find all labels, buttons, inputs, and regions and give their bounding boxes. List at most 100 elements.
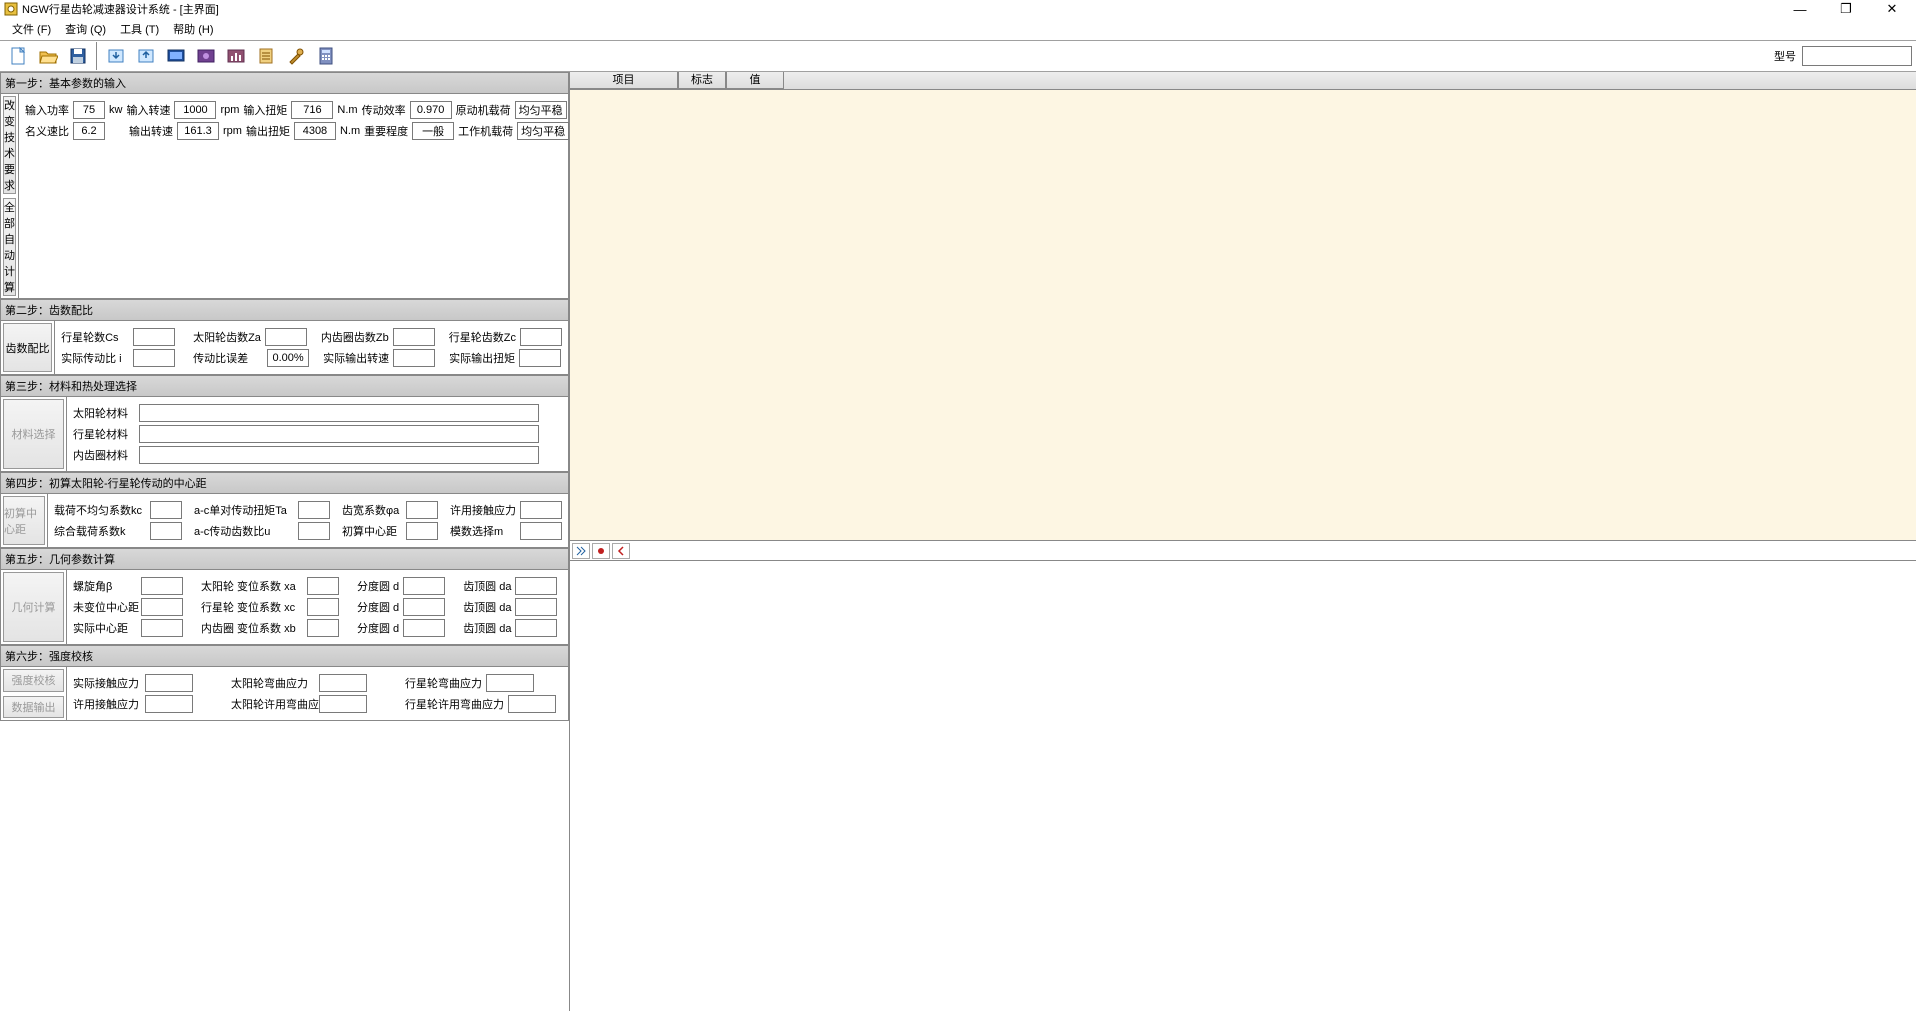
tooth-ratio-button[interactable]: 齿数配比 — [3, 323, 52, 372]
tip-d-field-3[interactable] — [515, 619, 557, 637]
pitch-d-field-2[interactable] — [403, 598, 445, 616]
actual-contact-field[interactable] — [145, 674, 193, 692]
allow-contact-field[interactable] — [520, 501, 562, 519]
initial-center-button[interactable]: 初算中心距 — [3, 496, 45, 545]
sun-allow-bending-field[interactable] — [319, 695, 367, 713]
helix-field[interactable] — [141, 577, 183, 595]
output-speed-field[interactable] — [177, 122, 219, 140]
tip-d-label-2: 齿顶圆 da — [463, 599, 511, 615]
import-icon[interactable] — [102, 42, 130, 70]
work-load-select[interactable] — [517, 122, 569, 140]
input-power-field[interactable] — [73, 101, 105, 119]
nominal-ratio-field[interactable] — [73, 122, 105, 140]
importance-select[interactable] — [412, 122, 454, 140]
actual-center-field[interactable] — [141, 619, 183, 637]
sun-bending-field[interactable] — [319, 674, 367, 692]
sun-teeth-field[interactable] — [265, 328, 307, 346]
prime-load-select[interactable] — [515, 101, 567, 119]
menu-query[interactable]: 查询 (Q) — [59, 20, 112, 38]
screen-icon[interactable] — [162, 42, 190, 70]
input-power-label: 输入功率 — [25, 102, 69, 118]
menu-tools[interactable]: 工具 (T) — [114, 20, 165, 38]
pitch-d-field-3[interactable] — [403, 619, 445, 637]
planet-teeth-field[interactable] — [520, 328, 562, 346]
actual-output-torque-label: 实际输出扭矩 — [449, 350, 515, 366]
module-select-field[interactable] — [520, 522, 562, 540]
tip-d-label-1: 齿顶圆 da — [463, 578, 511, 594]
back-icon[interactable] — [612, 543, 630, 559]
step6-body: 强度校核 数据输出 实际接触应力 太阳轮弯曲应力 行星轮弯曲应力 许用接触应力 — [0, 667, 569, 721]
planet-shift-field[interactable] — [307, 598, 339, 616]
planet-bending-field[interactable] — [486, 674, 534, 692]
initial-center-field[interactable] — [406, 522, 438, 540]
importance-label: 重要程度 — [364, 123, 408, 139]
model-input[interactable] — [1802, 46, 1912, 66]
unshifted-center-field[interactable] — [141, 598, 183, 616]
data-output-button[interactable]: 数据输出 — [3, 696, 64, 719]
minimize-button[interactable]: — — [1786, 1, 1814, 17]
stop-icon[interactable] — [592, 543, 610, 559]
run-icon[interactable] — [572, 543, 590, 559]
work-load-label: 工作机载荷 — [458, 123, 513, 139]
planet-count-field[interactable] — [133, 328, 175, 346]
ratio-error-label: 传动比误差 — [193, 350, 263, 366]
maximize-button[interactable]: ❐ — [1832, 1, 1860, 17]
planet-allow-bending-label: 行星轮许用弯曲应力 — [405, 696, 504, 712]
ac-ratio-field[interactable] — [298, 522, 330, 540]
module-select-label: 模数选择m — [450, 523, 516, 539]
sun-shift-field[interactable] — [307, 577, 339, 595]
input-speed-field[interactable] — [174, 101, 216, 119]
allow-contact-label: 许用接触应力 — [450, 502, 516, 518]
tip-d-field-1[interactable] — [515, 577, 557, 595]
chart-icon[interactable] — [222, 42, 250, 70]
combined-load-field[interactable] — [150, 522, 182, 540]
face-width-field[interactable] — [406, 501, 438, 519]
ratio-error-field[interactable] — [267, 349, 309, 367]
actual-output-torque-field[interactable] — [519, 349, 561, 367]
load-uneven-field[interactable] — [150, 501, 182, 519]
menu-file[interactable]: 文件 (F) — [6, 20, 57, 38]
export-icon[interactable] — [132, 42, 160, 70]
strength-check-button[interactable]: 强度校核 — [3, 669, 64, 692]
tools-icon[interactable] — [282, 42, 310, 70]
output-torque-field[interactable] — [294, 122, 336, 140]
change-requirements-button[interactable]: 改变技术要求 — [3, 96, 16, 194]
planet-allow-bending-field[interactable] — [508, 695, 556, 713]
sun-bending-label: 太阳轮弯曲应力 — [231, 675, 315, 691]
report-icon[interactable] — [252, 42, 280, 70]
new-file-icon[interactable] — [4, 42, 32, 70]
menu-bar: 文件 (F) 查询 (Q) 工具 (T) 帮助 (H) — [0, 18, 1916, 40]
calculator-icon[interactable] — [312, 42, 340, 70]
ring-shift-field[interactable] — [307, 619, 339, 637]
open-file-icon[interactable] — [34, 42, 62, 70]
grid-col-item[interactable]: 项目 — [570, 72, 678, 89]
ac-ratio-label: a-c传动齿数比u — [194, 523, 294, 539]
save-file-icon[interactable] — [64, 42, 92, 70]
tip-d-field-2[interactable] — [515, 598, 557, 616]
allow-contact-field-2[interactable] — [145, 695, 193, 713]
gear-view-icon[interactable] — [192, 42, 220, 70]
geometry-calc-button[interactable]: 几何计算 — [3, 572, 64, 642]
ring-teeth-label: 内齿圈齿数Zb — [321, 329, 389, 345]
load-uneven-label: 载荷不均匀系数kc — [54, 502, 146, 518]
step3-body: 材料选择 太阳轮材料 行星轮材料 内齿圈材料 — [0, 397, 569, 472]
grid-col-flag[interactable]: 标志 — [678, 72, 726, 89]
sun-material-field[interactable] — [139, 404, 539, 422]
grid-col-value[interactable]: 值 — [726, 72, 784, 89]
step5-body: 几何计算 螺旋角β 太阳轮 变位系数 xa 分度圆 d 齿顶圆 da — [0, 570, 569, 645]
auto-calculate-button[interactable]: 全部自动计算 — [3, 198, 16, 296]
trans-eff-field[interactable] — [410, 101, 452, 119]
input-torque-field[interactable] — [291, 101, 333, 119]
actual-ratio-field[interactable] — [133, 349, 175, 367]
actual-output-speed-field[interactable] — [393, 349, 435, 367]
app-icon — [4, 2, 18, 16]
close-button[interactable]: ✕ — [1878, 1, 1906, 17]
main-area: 第一步：基本参数的输入 改变技术要求 全部自动计算 输入功率 kw 输入转速 r… — [0, 72, 1916, 1011]
pitch-d-field-1[interactable] — [403, 577, 445, 595]
ac-torque-field[interactable] — [298, 501, 330, 519]
menu-help[interactable]: 帮助 (H) — [167, 20, 219, 38]
ring-material-field[interactable] — [139, 446, 539, 464]
planet-material-field[interactable] — [139, 425, 539, 443]
ring-teeth-field[interactable] — [393, 328, 435, 346]
material-select-button[interactable]: 材料选择 — [3, 399, 64, 469]
